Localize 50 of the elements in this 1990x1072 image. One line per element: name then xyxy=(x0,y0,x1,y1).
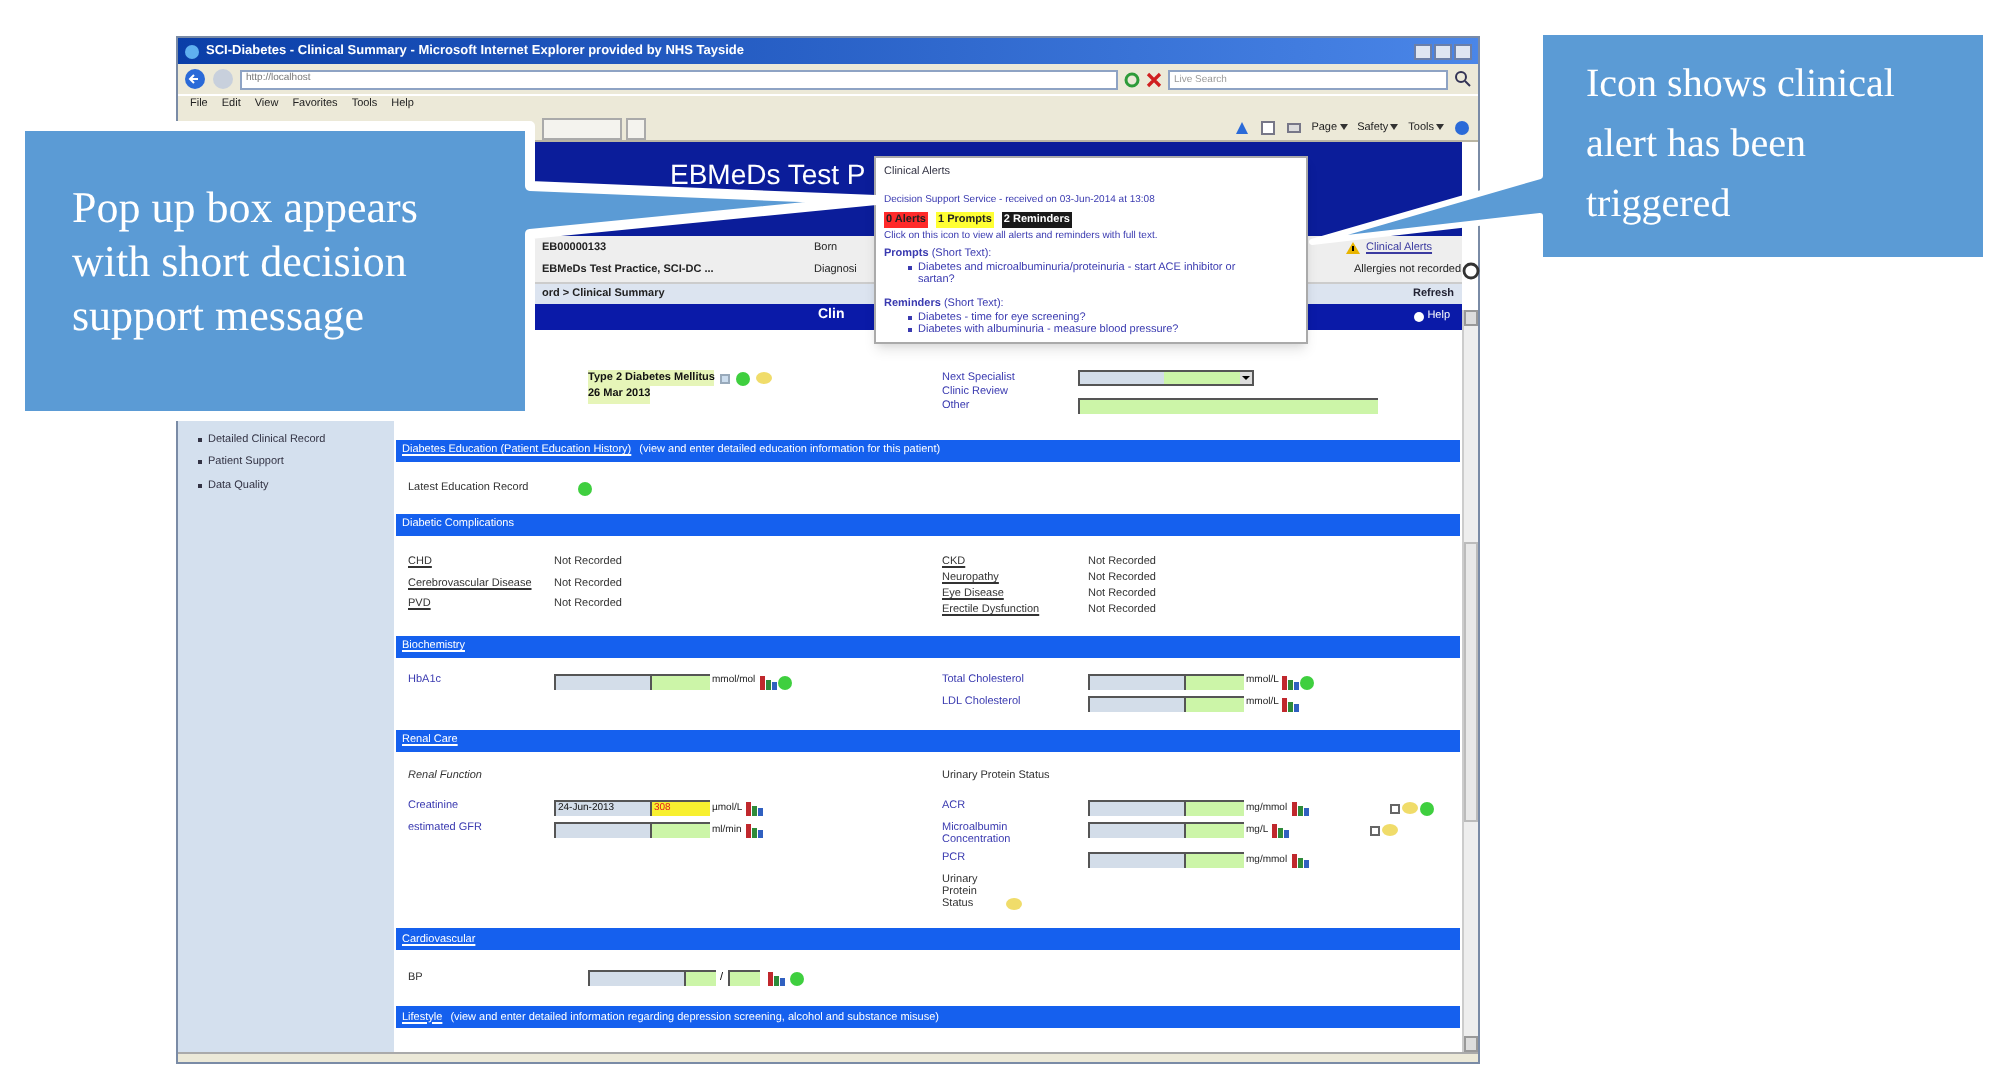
callout-text: Icon shows clinical alert has been triggered xyxy=(1586,60,1897,230)
value-field[interactable] xyxy=(1184,822,1244,839)
checkbox[interactable] xyxy=(1370,825,1381,836)
chart-icon[interactable] xyxy=(1282,696,1301,712)
date-field[interactable] xyxy=(1088,852,1184,869)
chart-icon[interactable] xyxy=(1282,674,1301,690)
chart-icon[interactable] xyxy=(746,800,765,817)
chart-icon[interactable] xyxy=(1272,822,1291,839)
help-icon[interactable] xyxy=(1454,119,1470,136)
help-icon xyxy=(1413,312,1424,322)
search-icon[interactable] xyxy=(1454,70,1472,88)
chart-icon[interactable] xyxy=(759,674,778,690)
value-field[interactable] xyxy=(1184,696,1244,712)
chart-icon[interactable] xyxy=(1291,800,1310,817)
value-field[interactable] xyxy=(650,822,710,839)
date-field[interactable] xyxy=(1088,800,1184,817)
caret-icon xyxy=(1436,124,1444,131)
caret-icon xyxy=(1339,124,1348,131)
value-field[interactable] xyxy=(1184,800,1244,817)
date-field[interactable] xyxy=(1088,822,1184,839)
minimize-button[interactable] xyxy=(1414,43,1432,59)
maximize-button[interactable] xyxy=(1434,43,1452,59)
warning-icon[interactable] xyxy=(1346,241,1360,254)
browser-logo-icon xyxy=(184,43,200,59)
scrollbar[interactable] xyxy=(1462,310,1478,1052)
header-title: EBMeDs Test P xyxy=(670,156,866,194)
diastolic-field[interactable] xyxy=(727,970,760,987)
chart-icon[interactable] xyxy=(767,970,786,987)
date-field[interactable] xyxy=(554,822,650,839)
scroll-thumb[interactable] xyxy=(1464,541,1478,821)
date-field[interactable] xyxy=(1088,696,1184,712)
value-field[interactable] xyxy=(1184,674,1244,690)
specialist-dropdown[interactable] xyxy=(1078,370,1254,386)
value-field[interactable] xyxy=(650,674,710,690)
back-button[interactable] xyxy=(184,68,206,90)
other-field[interactable] xyxy=(1078,398,1378,414)
chart-icon[interactable] xyxy=(1291,852,1310,869)
date-field[interactable] xyxy=(554,674,650,690)
systolic-field[interactable] xyxy=(684,970,716,987)
date-field[interactable] xyxy=(588,970,684,987)
refresh-icon[interactable] xyxy=(1461,261,1480,280)
date-field[interactable] xyxy=(1088,674,1184,690)
chart-icon[interactable] xyxy=(745,822,764,839)
caret-icon xyxy=(1390,124,1399,131)
caret-icon xyxy=(1240,372,1252,384)
checkbox[interactable] xyxy=(1389,803,1400,814)
value-field[interactable] xyxy=(1184,852,1244,869)
stop-icon[interactable] xyxy=(1146,71,1162,87)
close-button[interactable] xyxy=(1454,43,1472,59)
callout-text: Pop up box appears with short decision support message xyxy=(72,180,420,342)
